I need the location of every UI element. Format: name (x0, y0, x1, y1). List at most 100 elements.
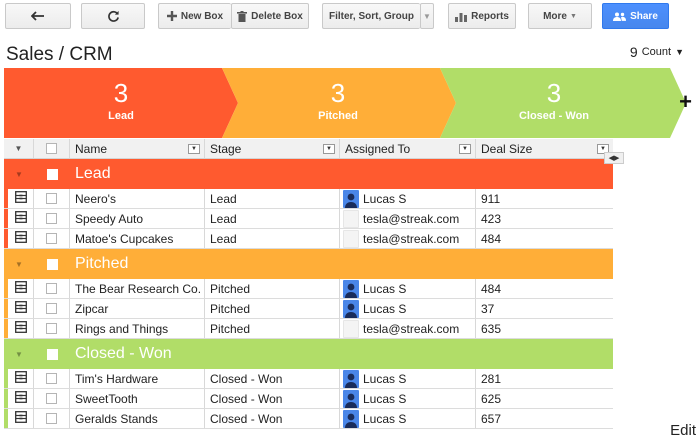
count-dropdown[interactable]: 9 Count ▼ (630, 44, 684, 60)
cell-stage[interactable]: Lead (205, 209, 340, 228)
open-box-cell[interactable] (4, 319, 34, 338)
box-icon[interactable] (14, 231, 27, 246)
group-checkbox[interactable] (46, 348, 58, 360)
box-icon[interactable] (14, 411, 27, 426)
row-checkbox[interactable] (46, 233, 57, 244)
select-all-checkbox[interactable] (46, 143, 57, 154)
open-box-cell[interactable] (4, 229, 34, 248)
share-button[interactable]: Share (602, 3, 669, 29)
cell-name[interactable]: SweetTooth (70, 389, 205, 408)
row-checkbox[interactable] (46, 303, 57, 314)
edit-link[interactable]: Edit (670, 422, 696, 439)
more-button[interactable]: More ▼ (528, 3, 592, 29)
table-row[interactable]: Tim's Hardware Closed - Won Lucas S 281 (4, 369, 613, 389)
cell-assigned-to[interactable]: Lucas S (340, 189, 476, 208)
row-checkbox[interactable] (46, 323, 57, 334)
cell-deal-size[interactable]: 635 (476, 319, 613, 338)
cell-deal-size[interactable]: 484 (476, 279, 613, 298)
cell-assigned-to[interactable]: tesla@streak.com (340, 229, 476, 248)
group-header[interactable]: ▼ Closed - Won (4, 339, 613, 369)
cell-deal-size[interactable]: 423 (476, 209, 613, 228)
column-header-assigned-to[interactable]: Assigned To ▼ (340, 139, 476, 158)
group-header[interactable]: ▼ Pitched (4, 249, 613, 279)
table-row[interactable]: Zipcar Pitched Lucas S 37 (4, 299, 613, 319)
table-row[interactable]: Matoe's Cupcakes Lead tesla@streak.com 484 (4, 229, 613, 249)
open-box-cell[interactable] (4, 299, 34, 318)
open-box-cell[interactable] (4, 209, 34, 228)
cell-stage[interactable]: Closed - Won (205, 409, 340, 428)
cell-stage[interactable]: Lead (205, 189, 340, 208)
column-menu-icon[interactable]: ▼ (323, 143, 335, 154)
back-button[interactable] (5, 3, 71, 29)
cell-assigned-to[interactable]: Lucas S (340, 409, 476, 428)
box-icon[interactable] (14, 281, 27, 296)
table-row[interactable]: Speedy Auto Lead tesla@streak.com 423 (4, 209, 613, 229)
cell-assigned-to[interactable]: Lucas S (340, 279, 476, 298)
column-header-deal-size[interactable]: Deal Size ▼ (476, 139, 613, 158)
cell-name[interactable]: Speedy Auto (70, 209, 205, 228)
cell-name[interactable]: Neero's (70, 189, 205, 208)
row-checkbox[interactable] (46, 213, 57, 224)
column-header-stage[interactable]: Stage ▼ (205, 139, 340, 158)
box-icon[interactable] (14, 211, 27, 226)
box-icon[interactable] (14, 391, 27, 406)
cell-stage[interactable]: Lead (205, 229, 340, 248)
cell-stage[interactable]: Pitched (205, 279, 340, 298)
caret-down-icon[interactable]: ▼ (4, 350, 34, 359)
open-box-cell[interactable] (4, 369, 34, 388)
row-checkbox[interactable] (46, 413, 57, 424)
cell-deal-size[interactable]: 484 (476, 229, 613, 248)
cell-assigned-to[interactable]: Lucas S (340, 299, 476, 318)
filter-dropdown-button[interactable]: ▼ (420, 3, 434, 29)
cell-deal-size[interactable]: 911 (476, 189, 613, 208)
table-row[interactable]: Rings and Things Pitched tesla@streak.com 6… (4, 319, 613, 339)
cell-assigned-to[interactable]: Lucas S (340, 369, 476, 388)
open-box-cell[interactable] (4, 389, 34, 408)
column-menu-icon[interactable]: ▼ (459, 143, 471, 154)
table-row[interactable]: Geralds Stands Closed - Won Lucas S 657 (4, 409, 613, 429)
cell-assigned-to[interactable]: tesla@streak.com (340, 209, 476, 228)
row-checkbox[interactable] (46, 393, 57, 404)
cell-deal-size[interactable]: 281 (476, 369, 613, 388)
cell-stage[interactable]: Pitched (205, 319, 340, 338)
row-checkbox[interactable] (46, 193, 57, 204)
cell-name[interactable]: Geralds Stands (70, 409, 205, 428)
table-row[interactable]: SweetTooth Closed - Won Lucas S 625 (4, 389, 613, 409)
cell-name[interactable]: The Bear Research Co. (70, 279, 205, 298)
table-row[interactable]: The Bear Research Co. Pitched Lucas S 484 (4, 279, 613, 299)
delete-box-button[interactable]: Delete Box (231, 3, 309, 29)
cell-deal-size[interactable]: 37 (476, 299, 613, 318)
row-checkbox[interactable] (46, 373, 57, 384)
box-icon[interactable] (14, 191, 27, 206)
cell-assigned-to[interactable]: tesla@streak.com (340, 319, 476, 338)
box-icon[interactable] (14, 371, 27, 386)
row-checkbox[interactable] (46, 283, 57, 294)
column-header-name[interactable]: Name ▼ (70, 139, 205, 158)
filter-sort-group-button[interactable]: Filter, Sort, Group (322, 3, 420, 29)
cell-name[interactable]: Matoe's Cupcakes (70, 229, 205, 248)
column-scroll-arrows-icon[interactable]: ◀▶ (604, 152, 624, 164)
group-checkbox[interactable] (46, 168, 58, 180)
cell-deal-size[interactable]: 657 (476, 409, 613, 428)
caret-down-icon[interactable]: ▼ (4, 260, 34, 269)
cell-stage[interactable]: Closed - Won (205, 389, 340, 408)
cell-stage[interactable]: Pitched (205, 299, 340, 318)
caret-down-icon[interactable]: ▼ (4, 170, 34, 179)
add-stage-button[interactable]: + (679, 89, 692, 115)
open-box-cell[interactable] (4, 409, 34, 428)
box-icon[interactable] (14, 301, 27, 316)
cell-stage[interactable]: Closed - Won (205, 369, 340, 388)
collapse-all-toggle[interactable]: ▼ (4, 139, 34, 158)
cell-name[interactable]: Rings and Things (70, 319, 205, 338)
refresh-button[interactable] (81, 3, 145, 29)
group-header[interactable]: ▼ Lead (4, 159, 613, 189)
table-row[interactable]: Neero's Lead Lucas S 911 (4, 189, 613, 209)
cell-assigned-to[interactable]: Lucas S (340, 389, 476, 408)
column-menu-icon[interactable]: ▼ (188, 143, 200, 154)
group-checkbox[interactable] (46, 258, 58, 270)
open-box-cell[interactable] (4, 189, 34, 208)
cell-deal-size[interactable]: 625 (476, 389, 613, 408)
cell-name[interactable]: Tim's Hardware (70, 369, 205, 388)
cell-name[interactable]: Zipcar (70, 299, 205, 318)
new-box-button[interactable]: New Box (158, 3, 231, 29)
